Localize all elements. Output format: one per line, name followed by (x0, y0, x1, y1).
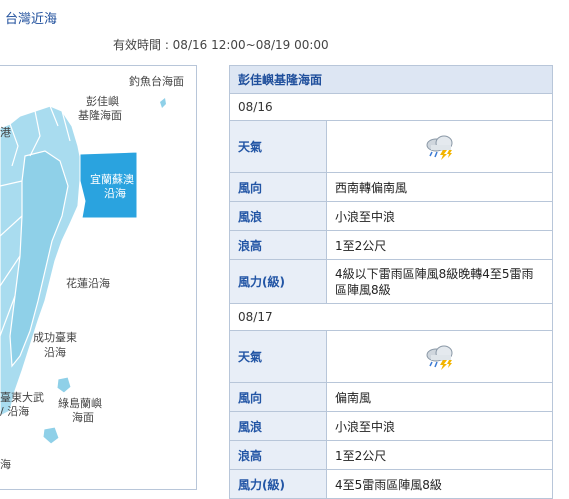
map-label-diaoyutai[interactable]: 釣魚台海面 (129, 75, 184, 88)
map-label-sea-partial[interactable]: 海 (0, 458, 11, 471)
map-label-yilan-line1[interactable]: 宜蘭蘇澳 (90, 173, 134, 186)
weather-cell (326, 330, 553, 383)
thunderstorm-icon (426, 135, 452, 160)
map-label-pengjiayu-line2[interactable]: 基隆海面 (78, 109, 122, 122)
map-label-chenggong-line1[interactable]: 成功臺東 (33, 331, 77, 344)
wave-height-value: 1至2公尺 (326, 440, 553, 470)
map-label-hualien[interactable]: 花蓮沿海 (66, 277, 110, 290)
map-label-ludao-line2[interactable]: 海面 (72, 411, 94, 424)
map-island-lanyu[interactable] (42, 426, 60, 445)
wave-value: 小浪至中浪 (326, 411, 553, 441)
map-island-ludao[interactable] (56, 376, 72, 394)
wave-label: 風浪 (229, 201, 327, 231)
map-label-yilan-line2[interactable]: 沿海 (104, 187, 126, 200)
wind-direction-label: 風向 (229, 172, 327, 202)
map-label-port-partial[interactable]: 港 (0, 126, 11, 139)
wind-force-value: 4級以下雷雨區陣風8級晚轉4至5雷雨區陣風8級 (326, 259, 553, 304)
map-island-diaoyutai[interactable] (160, 98, 166, 108)
validity-period: 有效時間 : 08/16 12:00~08/19 00:00 (113, 38, 329, 52)
wind-direction-value: 偏南風 (326, 382, 553, 412)
weather-label: 天氣 (229, 120, 327, 173)
weather-cell (326, 120, 553, 173)
wave-height-label: 浪高 (229, 230, 327, 260)
wind-force-value: 4至5雷雨區陣風8級 (326, 469, 553, 499)
map-label-taitung-line1[interactable]: 臺東大武 (0, 391, 44, 404)
wind-force-label: 風力(級) (229, 259, 327, 304)
thunderstorm-icon (426, 345, 452, 370)
wind-direction-label: 風向 (229, 382, 327, 412)
forecast-area-name: 彭佳嶼基隆海面 (229, 65, 553, 94)
forecast-date: 08/16 (229, 93, 553, 121)
wind-force-label: 風力(級) (229, 469, 327, 499)
map-label-taitung-line2[interactable]: / 沿海 (0, 405, 29, 418)
page-title[interactable]: 台灣近海 (5, 8, 57, 27)
sea-area-map: 釣魚台海面 彭佳嶼 基隆海面 港 宜蘭蘇澳 沿海 花蓮沿海 成功臺東 沿海 臺東… (0, 65, 197, 490)
weather-label: 天氣 (229, 330, 327, 383)
wave-height-label: 浪高 (229, 440, 327, 470)
marine-forecast-table: 彭佳嶼基隆海面 08/16 天氣 風向 西南轉偏南風 風浪 小浪至中浪 浪高 1… (229, 65, 553, 499)
wave-value: 小浪至中浪 (326, 201, 553, 231)
wave-height-value: 1至2公尺 (326, 230, 553, 260)
map-label-chenggong-line2[interactable]: 沿海 (44, 346, 66, 359)
map-label-ludao-line1[interactable]: 綠島蘭嶼 (58, 397, 102, 410)
wind-direction-value: 西南轉偏南風 (326, 172, 553, 202)
map-label-pengjiayu-line1[interactable]: 彭佳嶼 (86, 95, 119, 108)
wave-label: 風浪 (229, 411, 327, 441)
forecast-date: 08/17 (229, 303, 553, 331)
